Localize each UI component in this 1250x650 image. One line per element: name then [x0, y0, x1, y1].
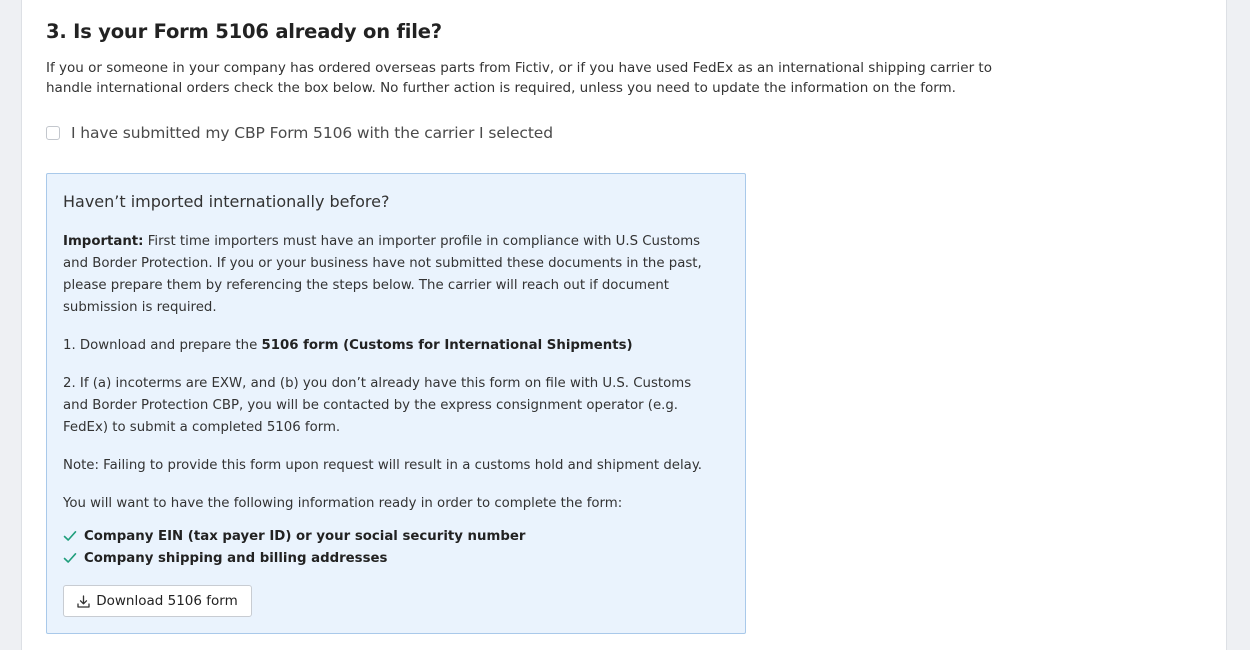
checklist-item: Company shipping and billing addresses	[63, 547, 525, 569]
download-button-label[interactable]: Download 5106 form	[96, 593, 238, 609]
important-paragraph: Important: First time importers must hav…	[63, 231, 713, 319]
form-5106-on-file-checkbox-row[interactable]: I have submitted my CBP Form 5106 with t…	[46, 124, 553, 142]
section-intro: If you or someone in your company has or…	[46, 60, 992, 96]
form-5106-on-file-checkbox[interactable]	[46, 126, 60, 140]
step-1-paragraph: 1. Download and prepare the 5106 form (C…	[63, 335, 713, 357]
download-5106-form-button[interactable]: Download 5106 form	[63, 585, 252, 617]
checklist-item-label: Company shipping and billing addresses	[84, 550, 388, 566]
first-time-importer-infobox: Haven’t imported internationally before?…	[46, 173, 746, 634]
checkbox-label[interactable]: I have submitted my CBP Form 5106 with t…	[71, 124, 553, 142]
required-info-intro: You will want to have the following info…	[63, 496, 623, 511]
infobox-title: Haven’t imported internationally before?	[63, 192, 390, 211]
download-icon	[77, 594, 90, 608]
form-card: 3. Is your Form 5106 already on file? If…	[21, 0, 1227, 650]
required-info-checklist: Company EIN (tax payer ID) or your socia…	[63, 525, 525, 569]
checklist-item-label: Company EIN (tax payer ID) or your socia…	[84, 528, 526, 544]
important-text: First time importers must have an import…	[63, 234, 702, 315]
step-1-prefix: 1. Download and prepare the	[63, 338, 262, 353]
step-1-form-name: 5106 form (Customs for International Shi…	[261, 338, 633, 353]
checkmark-icon	[63, 531, 77, 541]
checkmark-icon	[63, 553, 77, 563]
note-paragraph: Note: Failing to provide this form upon …	[63, 458, 703, 473]
step-2-paragraph: 2. If (a) incoterms are EXW, and (b) you…	[63, 376, 692, 435]
checklist-item: Company EIN (tax payer ID) or your socia…	[63, 525, 525, 547]
section-title: 3. Is your Form 5106 already on file?	[46, 20, 442, 43]
important-label: Important:	[63, 234, 144, 249]
